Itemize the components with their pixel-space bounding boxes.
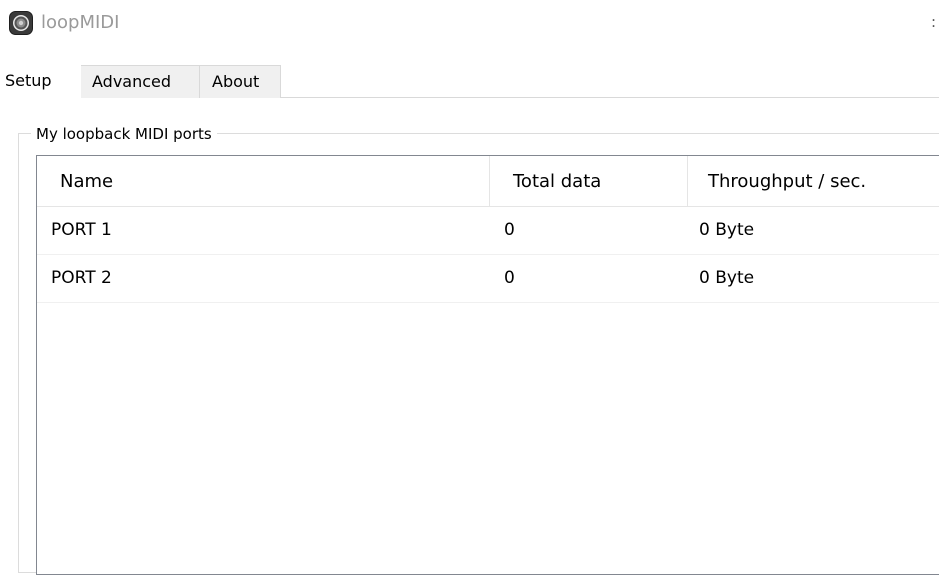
window-title: loopMIDI xyxy=(41,12,120,33)
port-row[interactable]: PORT 2 0 0 Byte xyxy=(37,255,939,303)
ports-group-label: My loopback MIDI ports xyxy=(31,124,217,144)
title-bar-edge-glyph: : xyxy=(931,13,937,31)
port-total-data: 0 xyxy=(504,268,515,288)
port-name: PORT 2 xyxy=(51,268,112,288)
ports-list[interactable]: Name Total data Throughput / sec. PORT 1… xyxy=(36,155,939,575)
column-header-throughput[interactable]: Throughput / sec. xyxy=(688,156,939,206)
port-throughput: 0 Byte xyxy=(699,220,755,240)
tab-advanced[interactable]: Advanced xyxy=(80,65,200,98)
port-throughput: 0 Byte xyxy=(699,268,755,288)
loopmidi-app-icon[interactable] xyxy=(9,11,33,35)
column-header-total-data[interactable]: Total data xyxy=(490,156,688,206)
title-bar[interactable]: loopMIDI : xyxy=(0,0,939,50)
port-name: PORT 1 xyxy=(51,220,112,240)
port-row[interactable]: PORT 1 0 0 Byte xyxy=(37,207,939,255)
column-header-name[interactable]: Name xyxy=(37,156,490,206)
tab-about[interactable]: About xyxy=(199,65,281,98)
port-total-data: 0 xyxy=(504,220,515,240)
tab-setup[interactable]: Setup xyxy=(0,63,81,99)
ports-list-header: Name Total data Throughput / sec. xyxy=(37,156,939,207)
